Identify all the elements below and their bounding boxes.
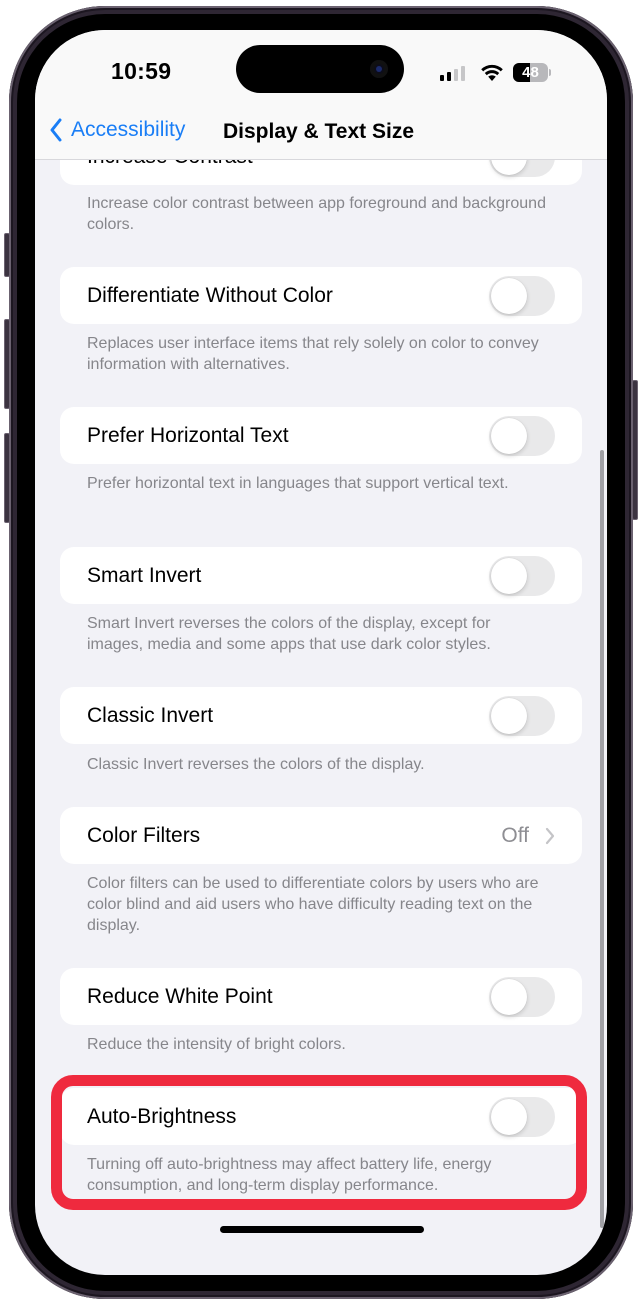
smart-invert-toggle[interactable]	[489, 555, 555, 596]
reduce-white-point-toggle[interactable]	[489, 976, 555, 1017]
setting-row-prefer-horizontal-text[interactable]: Prefer Horizontal Text	[60, 407, 582, 464]
action-button	[4, 233, 10, 277]
setting-footer: Color filters can be used to differentia…	[87, 875, 539, 934]
volume-up-button	[4, 319, 10, 409]
differentiate-without-color-toggle[interactable]	[489, 275, 555, 316]
toggle-knob	[491, 557, 527, 594]
battery-body: 48	[513, 63, 548, 82]
setting-footer: Prefer horizontal text in languages that…	[87, 475, 509, 492]
volume-down-button	[4, 433, 10, 523]
setting-footer: Turning off auto-brightness may affect b…	[87, 1156, 492, 1194]
setting-footer: Smart Invert reverses the colors of the …	[87, 615, 491, 653]
toggle-knob	[491, 697, 527, 734]
setting-label: Auto-Brightness	[87, 1104, 237, 1128]
setting-label: Smart Invert	[87, 563, 202, 587]
setting-footer: Classic Invert reverses the colors of th…	[87, 756, 425, 773]
setting-row-color-filters[interactable]: Color Filters Off	[60, 807, 582, 864]
auto-brightness-toggle[interactable]	[489, 1096, 555, 1137]
setting-label: Reduce White Point	[87, 984, 273, 1008]
navigation-bar: Accessibility Display & Text Size	[35, 116, 607, 160]
setting-footer: Increase color contrast between app fore…	[87, 195, 546, 233]
setting-label: Prefer Horizontal Text	[87, 423, 289, 447]
status-time: 10:59	[111, 58, 172, 84]
toggle-knob	[491, 417, 527, 454]
signal-bar	[461, 66, 465, 81]
back-button-label: Accessibility	[71, 118, 186, 141]
toggle-knob	[491, 277, 527, 314]
battery-nub	[549, 69, 551, 76]
battery-percent: 48	[522, 64, 539, 81]
setting-label: Color Filters	[87, 823, 201, 847]
signal-bar	[454, 69, 458, 81]
settings-list: Increase Contrast Increase color contras…	[35, 30, 607, 1275]
screen: Increase Contrast Increase color contras…	[35, 30, 607, 1275]
setting-label: Differentiate Without Color	[87, 283, 333, 307]
toggle-knob	[491, 978, 527, 1015]
setting-label: Classic Invert	[87, 703, 214, 727]
setting-row-reduce-white-point[interactable]: Reduce White Point	[60, 968, 582, 1025]
color-filters-value: Off	[501, 823, 529, 847]
home-indicator[interactable]	[220, 1226, 424, 1233]
back-button[interactable]: Accessibility	[49, 118, 185, 142]
prefer-horizontal-text-toggle[interactable]	[489, 415, 555, 456]
chevron-left-icon	[50, 118, 62, 142]
dynamic-island	[236, 45, 404, 93]
side-power-button	[632, 380, 638, 520]
signal-bar	[447, 72, 451, 81]
setting-footer: Replaces user interface items that rely …	[87, 335, 539, 373]
setting-row-differentiate-without-color[interactable]: Differentiate Without Color	[60, 267, 582, 324]
battery-icon: 48	[513, 63, 551, 82]
status-bar: 10:59 48	[35, 30, 607, 116]
cellular-signal-icon	[440, 66, 465, 81]
wifi-icon	[481, 64, 503, 81]
page-title: Display & Text Size	[223, 120, 415, 143]
chevron-right-icon	[545, 827, 555, 844]
scrollbar[interactable]	[600, 450, 604, 1228]
camera-icon	[370, 60, 388, 78]
classic-invert-toggle[interactable]	[489, 695, 555, 736]
toggle-knob	[491, 1098, 527, 1135]
setting-footer: Reduce the intensity of bright colors.	[87, 1036, 346, 1053]
signal-bar	[440, 75, 444, 81]
setting-row-smart-invert[interactable]: Smart Invert	[60, 547, 582, 604]
setting-row-classic-invert[interactable]: Classic Invert	[60, 687, 582, 744]
setting-row-auto-brightness[interactable]: Auto-Brightness	[60, 1088, 582, 1145]
